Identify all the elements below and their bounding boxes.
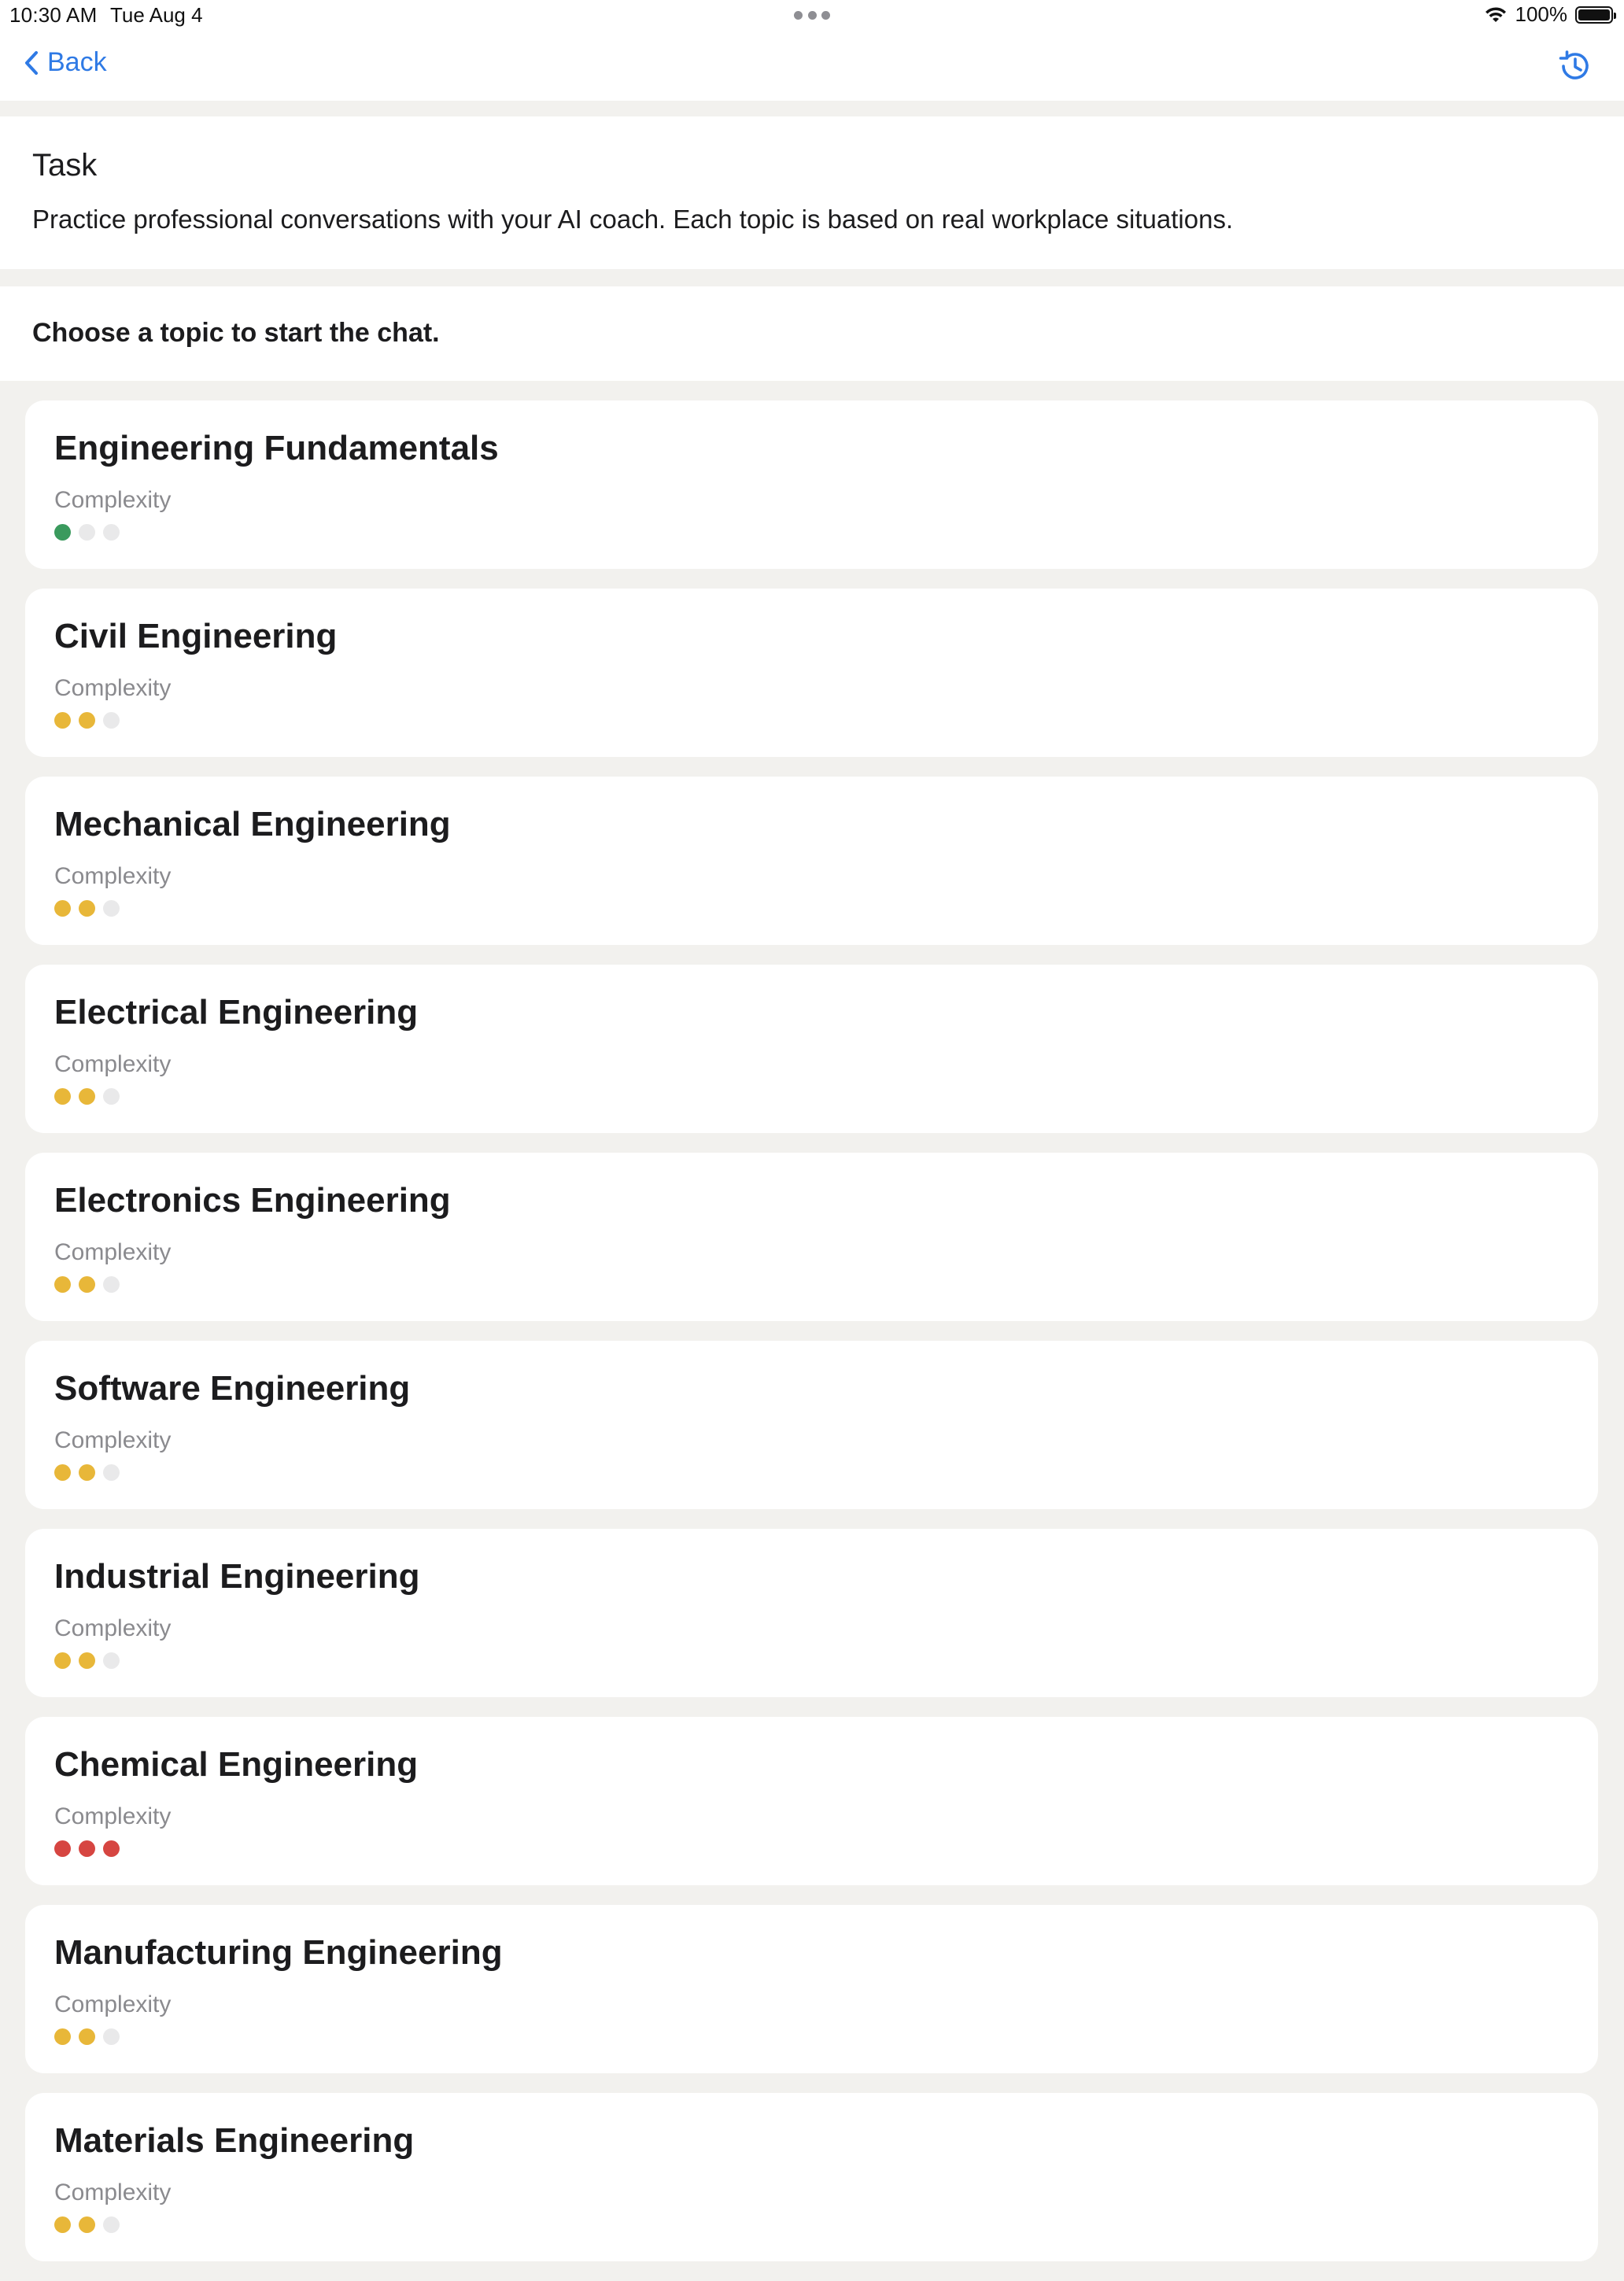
- complexity-label: Complexity: [54, 1239, 172, 1265]
- complexity-dot-empty: [103, 1276, 120, 1293]
- complexity-dot-filled: [79, 2216, 95, 2233]
- complexity-dot-filled: [79, 1276, 95, 1293]
- topic-list: Engineering Fundamentals Complexity Civil …: [25, 400, 1598, 2281]
- complexity-rating: [54, 2028, 120, 2045]
- complexity-label: Complexity: [54, 1803, 172, 1829]
- complexity-rating: [54, 1276, 120, 1293]
- complexity-dot-filled: [54, 712, 71, 729]
- complexity-dot-filled: [79, 712, 95, 729]
- complexity-label: Complexity: [54, 863, 172, 889]
- topic-card[interactable]: Software Engineering Complexity: [25, 1341, 1598, 1509]
- topic-card[interactable]: Chemical Engineering Complexity: [25, 1717, 1598, 1885]
- complexity-label: Complexity: [54, 1051, 172, 1077]
- topic-title: Engineering Fundamentals: [54, 429, 499, 467]
- topic-card[interactable]: Mechanical Engineering Complexity: [25, 777, 1598, 945]
- complexity-dot-filled: [79, 1840, 95, 1857]
- battery-icon: [1575, 6, 1616, 24]
- multitasking-dots-icon[interactable]: [794, 10, 830, 20]
- complexity-dot-empty: [79, 524, 95, 541]
- complexity-dot-empty: [103, 1652, 120, 1669]
- complexity-dot-filled: [79, 2028, 95, 2045]
- topic-title: Materials Engineering: [54, 2121, 415, 2160]
- complexity-rating: [54, 1840, 120, 1857]
- complexity-dot-filled: [54, 2216, 71, 2233]
- history-icon: [1559, 50, 1589, 79]
- topic-card[interactable]: Civil Engineering Complexity: [25, 589, 1598, 757]
- topic-title: Mechanical Engineering: [54, 805, 451, 843]
- complexity-dot-empty: [103, 1464, 120, 1481]
- complexity-label: Complexity: [54, 1991, 172, 2017]
- wifi-icon: [1485, 6, 1506, 22]
- complexity-dot-filled: [79, 900, 95, 917]
- complexity-dot-filled: [54, 1652, 71, 1669]
- complexity-dot-empty: [103, 1088, 120, 1105]
- topic-card[interactable]: Materials Engineering Complexity: [25, 2093, 1598, 2261]
- topic-card[interactable]: Industrial Engineering Complexity: [25, 1529, 1598, 1697]
- complexity-dot-filled: [79, 1464, 95, 1481]
- history-button[interactable]: [1556, 47, 1594, 85]
- topic-title: Industrial Engineering: [54, 1557, 420, 1596]
- complexity-dot-empty: [103, 712, 120, 729]
- task-title: Task: [32, 148, 98, 183]
- complexity-dot-filled: [54, 1088, 71, 1105]
- topic-card[interactable]: Electronics Engineering Complexity: [25, 1153, 1598, 1321]
- topic-title: Electrical Engineering: [54, 993, 419, 1032]
- topic-card[interactable]: Engineering Fundamentals Complexity: [25, 400, 1598, 569]
- complexity-dot-filled: [103, 1840, 120, 1857]
- complexity-rating: [54, 900, 120, 917]
- topic-prompt: Choose a topic to start the chat.: [32, 318, 440, 348]
- task-section: Task Practice professional conversations…: [0, 116, 1624, 269]
- complexity-rating: [54, 712, 120, 729]
- complexity-dot-filled: [54, 1276, 71, 1293]
- complexity-dot-empty: [103, 900, 120, 917]
- complexity-label: Complexity: [54, 1427, 172, 1453]
- complexity-rating: [54, 1652, 120, 1669]
- complexity-dot-empty: [103, 2028, 120, 2045]
- complexity-dot-filled: [54, 2028, 71, 2045]
- complexity-label: Complexity: [54, 675, 172, 701]
- complexity-rating: [54, 1464, 120, 1481]
- complexity-label: Complexity: [54, 1615, 172, 1641]
- complexity-rating: [54, 524, 120, 541]
- battery-percent: 100%: [1515, 2, 1568, 26]
- topic-title: Manufacturing Engineering: [54, 1933, 503, 1972]
- topic-card[interactable]: Manufacturing Engineering Complexity: [25, 1905, 1598, 2073]
- back-label: Back: [47, 47, 107, 77]
- complexity-dot-filled: [79, 1652, 95, 1669]
- complexity-rating: [54, 1088, 120, 1105]
- complexity-dot-filled: [54, 1840, 71, 1857]
- topic-prompt-section: Choose a topic to start the chat.: [0, 286, 1624, 381]
- complexity-label: Complexity: [54, 487, 172, 513]
- status-time: 10:30 AM: [9, 3, 98, 27]
- complexity-dot-filled: [79, 1088, 95, 1105]
- topic-title: Civil Engineering: [54, 617, 338, 655]
- complexity-dot-filled: [54, 900, 71, 917]
- status-indicators: 100%: [1484, 2, 1616, 27]
- complexity-dot-empty: [103, 524, 120, 541]
- complexity-rating: [54, 2216, 120, 2233]
- task-description: Practice professional conversations with…: [32, 205, 1234, 234]
- topic-title: Software Engineering: [54, 1369, 411, 1408]
- topic-card[interactable]: Electrical Engineering Complexity: [25, 965, 1598, 1133]
- topic-title: Electronics Engineering: [54, 1181, 451, 1220]
- complexity-dot-filled: [54, 524, 71, 541]
- topic-title: Chemical Engineering: [54, 1745, 419, 1784]
- top-bar: 10:30 AM Tue Aug 4 100% Back: [0, 0, 1624, 101]
- back-button[interactable]: Back: [24, 47, 107, 78]
- complexity-dot-empty: [103, 2216, 120, 2233]
- complexity-dot-filled: [54, 1464, 71, 1481]
- complexity-label: Complexity: [54, 2179, 172, 2205]
- chevron-left-icon: [25, 50, 38, 75]
- status-date: Tue Aug 4: [110, 3, 203, 27]
